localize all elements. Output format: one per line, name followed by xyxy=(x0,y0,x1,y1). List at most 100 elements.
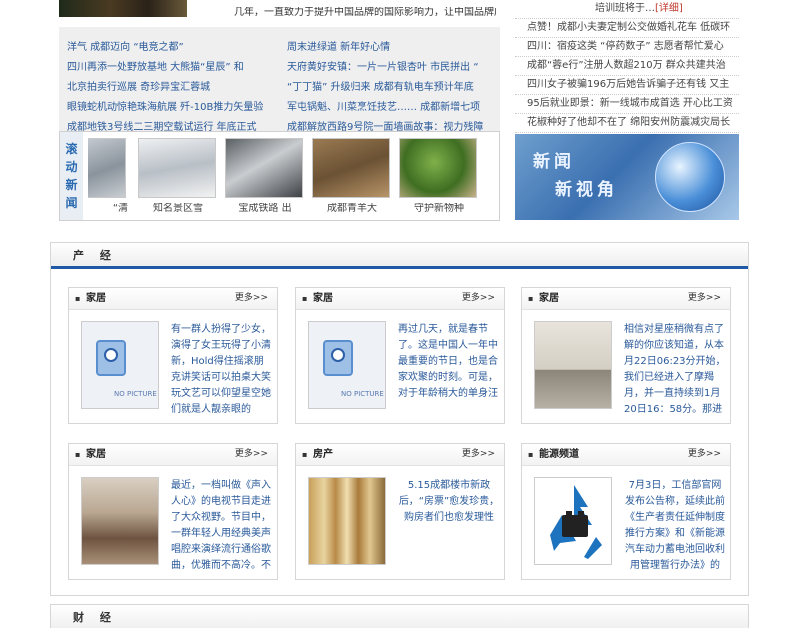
scrolling-news: 滚 动 新 闻 “清 知名景区雪 宝成铁路 出 成都青羊大 守护新物种 xyxy=(59,131,500,221)
home-card: ▪ 家居 更多>> 最近，一档叫做《声入人心》的电视节目走进了大众视野。节目中，… xyxy=(68,443,278,580)
home-card: ▪ 家居 更多>> NO PICTURE 有一群人扮得了少女，演得了女王玩得了小… xyxy=(68,287,278,424)
more-link[interactable]: 更多>> xyxy=(462,449,495,460)
news-list-left: 洋气 成都迈向 “电竞之都” 四川再添一处野放基地 大熊猫“星辰” 和 北京拍卖… xyxy=(67,38,277,138)
card-header: ▪ 家居 更多>> xyxy=(522,288,730,310)
scroll-news-caption[interactable]: 守护新物种 xyxy=(399,203,479,215)
card-header: ▪ 家居 更多>> xyxy=(69,444,277,466)
bullet-icon: ▪ xyxy=(528,450,534,459)
card-title[interactable]: 家居 xyxy=(539,293,559,305)
scroll-news-item[interactable]: 成都青羊大 xyxy=(312,138,392,215)
more-link[interactable]: 更多>> xyxy=(688,449,721,460)
card-summary[interactable]: 相信对星座稍微有点了解的你应该知道，从本月22日06:23分开始，我们已经进入了… xyxy=(624,322,726,413)
more-link[interactable]: 更多>> xyxy=(688,293,721,304)
card-title[interactable]: 房产 xyxy=(313,449,333,461)
no-picture-image[interactable]: NO PICTURE xyxy=(81,321,159,409)
side-news-item[interactable]: 四川女子被骗196万后她告诉骗子还有钱 又主 xyxy=(515,76,739,95)
section-industry: 产 经 ▪ 家居 更多>> NO PICTURE 有一群人扮得了少女，演得了女王… xyxy=(50,242,749,596)
section-title[interactable]: 财 经 xyxy=(73,611,117,624)
bullet-icon: ▪ xyxy=(302,294,308,303)
news-link[interactable]: 周末进绿道 新年好心情 xyxy=(287,38,499,58)
detail-link[interactable]: [详细] xyxy=(655,3,683,15)
label-char: 动 xyxy=(65,159,78,174)
card-summary[interactable]: 最近，一档叫做《声入人心》的电视节目走进了大众视野。节目中，一群年轻人用经典美声… xyxy=(171,478,273,569)
side-news-text[interactable]: 点赞！成都小夫妻定制公交做婚礼花车 低碳环 xyxy=(527,22,730,34)
scroll-news-image[interactable] xyxy=(88,138,126,198)
scroll-news-caption[interactable]: 宝成铁路 出 xyxy=(225,203,305,215)
card-title[interactable]: 家居 xyxy=(86,449,106,461)
card-title[interactable]: 家居 xyxy=(86,293,106,305)
card-header: ▪ 能源频道 更多>> xyxy=(522,444,730,466)
bullet-icon: ▪ xyxy=(75,294,81,303)
side-news-text[interactable]: 四川：宿疫这类 “停药数子” 志愿者帮忙爱心 xyxy=(527,41,724,53)
card-summary[interactable]: 5.15成都楼市新政后，“房票”愈发珍贵，购房者们也愈发理性 xyxy=(398,478,500,569)
scroll-news-caption[interactable]: “清 xyxy=(88,203,128,215)
news-list-right: 周末进绿道 新年好心情 天府黄好安镇：一片一片银杏叶 市民拼出 “ “丁丁猫” … xyxy=(287,38,499,138)
no-picture-image[interactable]: NO PICTURE xyxy=(308,321,386,409)
news-link[interactable]: 洋气 成都迈向 “电竞之都” xyxy=(67,38,277,58)
living-room-image[interactable] xyxy=(534,321,612,409)
side-news-item[interactable]: 成都“蓉e行”注册人数超210万 群众共建共治 xyxy=(515,57,739,76)
card-title[interactable]: 能源频道 xyxy=(539,449,579,461)
more-link[interactable]: 更多>> xyxy=(235,449,268,460)
label-char: 新 xyxy=(65,177,78,192)
news-link[interactable]: “丁丁猫” 升级归来 成都有轨电车预计年底 xyxy=(287,78,499,98)
news-link[interactable]: 北京拍卖行巡展 奇珍异宝汇蓉城 xyxy=(67,78,277,98)
side-news-text[interactable]: 培训班将于… xyxy=(595,3,655,15)
side-news-item[interactable]: 点赞！成都小夫妻定制公交做婚礼花车 低碳环 xyxy=(515,19,739,38)
news-link[interactable]: 四川再添一处野放基地 大熊猫“星辰” 和 xyxy=(67,58,277,78)
label-char: 滚 xyxy=(65,141,78,156)
scroll-news-image[interactable] xyxy=(225,138,303,198)
scroll-news-caption[interactable]: 成都青羊大 xyxy=(312,203,392,215)
scroll-news-item[interactable]: 宝成铁路 出 xyxy=(225,138,305,215)
side-news-text[interactable]: 花椒种好了他却不在了 绵阳安州防震减灾局长 xyxy=(527,117,730,129)
globe-icon xyxy=(655,142,725,212)
side-news-text[interactable]: 四川女子被骗196万后她告诉骗子还有钱 又主 xyxy=(527,79,729,91)
scroll-news-image[interactable] xyxy=(138,138,216,198)
bullet-icon: ▪ xyxy=(302,450,308,459)
side-news-text[interactable]: 95后就业即景：新一线城市成首选 开心比工资 xyxy=(527,98,733,110)
top-news-thumbnail[interactable] xyxy=(59,0,187,17)
recycle-battery-image[interactable] xyxy=(534,477,612,565)
home-card: ▪ 家居 更多>> NO PICTURE 再过几天，就是春节了。这是中国人一年中… xyxy=(295,287,505,424)
news-link[interactable]: 眼镜蛇机动惊艳珠海航展 歼-10B推力矢量验 xyxy=(67,98,277,118)
card-summary[interactable]: 有一群人扮得了少女，演得了女王玩得了小清新，Hold得住摇滚朋克讲笑话可以拍桌大… xyxy=(171,322,273,413)
buildings-image[interactable] xyxy=(308,477,386,565)
label-char: 闻 xyxy=(65,195,78,210)
recycle-icon xyxy=(550,485,602,559)
bedroom-image[interactable] xyxy=(81,477,159,565)
news-perspective-banner[interactable]: 新闻 新视角 xyxy=(515,134,739,220)
side-news-item[interactable]: 花椒种好了他却不在了 绵阳安州防震减灾局长 xyxy=(515,114,739,133)
scroll-news-image[interactable] xyxy=(399,138,477,198)
scroll-news-item[interactable]: “清 xyxy=(88,138,128,215)
banner-line-2: 新视角 xyxy=(555,180,618,200)
card-header: ▪ 家居 更多>> xyxy=(69,288,277,310)
banner-line-1: 新闻 xyxy=(533,152,575,172)
scroll-news-caption[interactable]: 知名景区雪 xyxy=(138,203,218,215)
scroll-news-item[interactable]: 知名景区雪 xyxy=(138,138,218,215)
side-news-item[interactable]: 95后就业即景：新一线城市成首选 开心比工资 xyxy=(515,95,739,114)
news-link[interactable]: 军屯锅魁、川菜烹饪技艺…… 成都新增七项 xyxy=(287,98,499,118)
real-estate-card: ▪ 房产 更多>> 5.15成都楼市新政后，“房票”愈发珍贵，购房者们也愈发理性 xyxy=(295,443,505,580)
news-link[interactable]: 天府黄好安镇：一片一片银杏叶 市民拼出 “ xyxy=(287,58,499,78)
card-summary[interactable]: 7月3日，工信部官网发布公告称，延续此前《生产者责任延伸制度推行方案》和《新能源… xyxy=(624,478,726,569)
side-news-item[interactable]: 四川：宿疫这类 “停药数子” 志愿者帮忙爱心 xyxy=(515,38,739,57)
news-link-box: 洋气 成都迈向 “电竞之都” 四川再添一处野放基地 大熊猫“星辰” 和 北京拍卖… xyxy=(59,27,500,133)
section-title[interactable]: 产 经 xyxy=(73,249,117,262)
energy-card: ▪ 能源频道 更多>> 7月3日，工信部官网发布公告称，延续此前《生产者责任延伸… xyxy=(521,443,731,580)
side-news-text[interactable]: 成都“蓉e行”注册人数超210万 群众共建共治 xyxy=(527,60,726,72)
card-title[interactable]: 家居 xyxy=(313,293,333,305)
home-card: ▪ 家居 更多>> 相信对星座稍微有点了解的你应该知道，从本月22日06:23分… xyxy=(521,287,731,424)
more-link[interactable]: 更多>> xyxy=(235,293,268,304)
scrolling-news-label: 滚 动 新 闻 xyxy=(60,132,83,220)
card-header: ▪ 家居 更多>> xyxy=(296,288,504,310)
side-news-item[interactable]: 培训班将于… [详细] xyxy=(515,0,739,19)
card-header: ▪ 房产 更多>> xyxy=(296,444,504,466)
card-summary[interactable]: 再过几天，就是春节了。这是中国人一年中最重要的节日，也是合家欢聚的时刻。可是，对… xyxy=(398,322,500,413)
scroll-news-image[interactable] xyxy=(312,138,390,198)
section-header: 产 经 xyxy=(51,243,748,269)
scroll-news-item[interactable]: 守护新物种 xyxy=(399,138,479,215)
top-news-intro: 几年，一直致力于提升中国品牌的国际影响力，让中国品牌成为世界 xyxy=(234,7,496,18)
more-link[interactable]: 更多>> xyxy=(462,293,495,304)
scrolling-news-strip: “清 知名景区雪 宝成铁路 出 成都青羊大 守护新物种 xyxy=(88,132,498,220)
section-finance: 财 经 xyxy=(50,604,749,628)
